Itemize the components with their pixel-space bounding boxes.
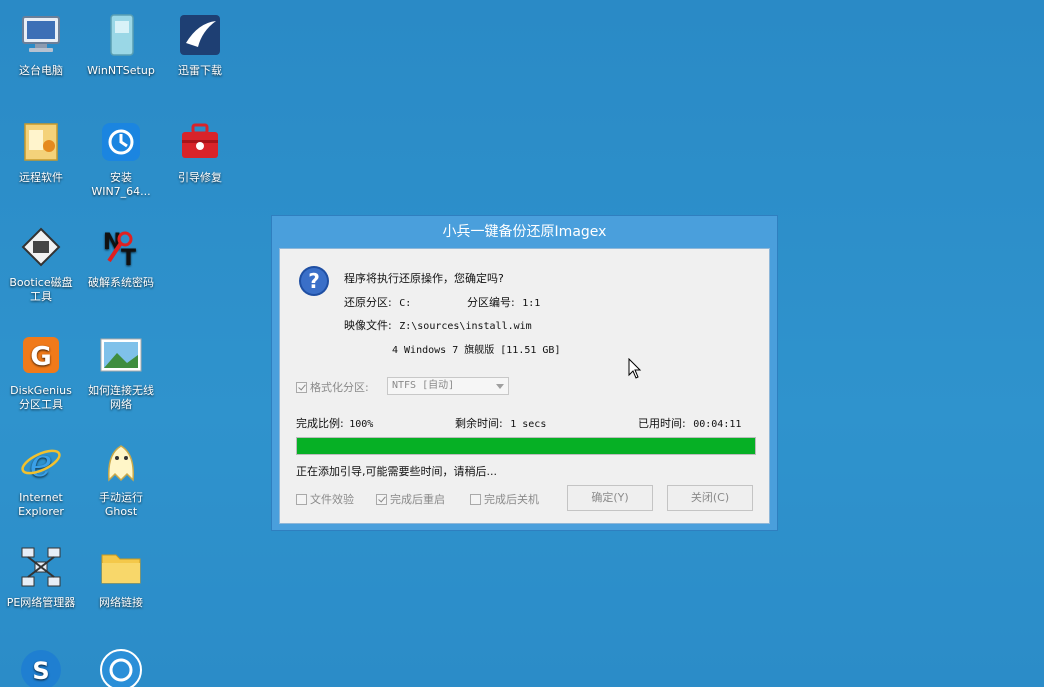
desktop-icon-internet-explorer[interactable]: e Internet Explorer	[0, 437, 82, 519]
ie-icon: e	[16, 437, 66, 487]
disk-tool-icon	[16, 222, 66, 272]
computer-icon	[16, 10, 66, 60]
image-file-value: Z:\sources\install.wim	[399, 321, 532, 332]
nt-key-icon: N T	[96, 222, 146, 272]
question-icon: ?	[299, 266, 329, 296]
progress-fill	[297, 438, 755, 454]
elapsed-label: 已用时间:	[638, 417, 686, 430]
confirm-question: 程序将执行还原操作，您确定吗?	[344, 272, 504, 285]
format-partition-checkbox[interactable]: 格式化分区:	[296, 379, 369, 395]
dialog-client-area: ? 程序将执行还原操作，您确定吗? 还原分区: C: 分区编号: 1:1 映像文…	[279, 248, 770, 524]
desktop-icon-label: 迅雷下载	[178, 64, 222, 77]
format-partition-label: 格式化分区:	[310, 381, 369, 394]
desktop-icon-label: 安装 WIN7_64...	[91, 171, 151, 198]
file-verify-check-icon	[296, 494, 307, 505]
shutdown-after-label: 完成后关机	[484, 493, 539, 506]
thunder-icon	[175, 10, 225, 60]
elapsed-row: 已用时间: 00:04:11	[638, 415, 741, 431]
image-edition: 4 Windows 7 旗舰版 [11.51 GB]	[392, 345, 561, 356]
status-text: 正在添加引导,可能需要些时间，请稍后...	[296, 465, 497, 478]
desktop-icon-label: Bootice磁盘 工具	[9, 276, 73, 303]
completion-row: 完成比例: 100%	[296, 415, 373, 431]
desktop-icon-label: 这台电脑	[19, 64, 63, 77]
restore-dialog: 小兵一键备份还原Imagex ? 程序将执行还原操作，您确定吗? 还原分区: C…	[271, 215, 778, 531]
partition-number-row: 分区编号: 1:1	[467, 294, 540, 310]
desktop-icon-s-app[interactable]: S	[0, 645, 82, 687]
restore-partition-label: 还原分区:	[344, 296, 392, 309]
install-icon	[96, 117, 146, 167]
diskgenius-icon: G	[16, 330, 66, 380]
completion-label: 完成比例:	[296, 417, 344, 430]
elapsed-value: 00:04:11	[693, 419, 742, 430]
shutdown-after-checkbox[interactable]: 完成后关机	[470, 491, 539, 507]
desktop-icon-boot-repair[interactable]: 引导修复	[159, 117, 241, 185]
svg-text:?: ?	[308, 269, 320, 293]
reboot-after-check-icon	[376, 494, 387, 505]
desktop-icon-wireless-help[interactable]: 如何连接无线 网络	[80, 330, 162, 412]
desktop-icon-diskgenius[interactable]: G DiskGenius 分区工具	[0, 330, 82, 412]
completion-value: 100%	[349, 419, 374, 430]
network-icon	[16, 542, 66, 592]
restore-partition-value: C:	[399, 298, 412, 309]
desktop-icon-pe-network-manager[interactable]: PE网络管理器	[0, 542, 82, 610]
file-verify-label: 文件效验	[310, 493, 354, 506]
svg-text:S: S	[32, 657, 49, 685]
desktop-icon-install-win7[interactable]: 安装 WIN7_64...	[80, 117, 162, 199]
desktop-icon-bootice[interactable]: Bootice磁盘 工具	[0, 222, 82, 304]
desktop-icon-network-links[interactable]: 网络链接	[80, 542, 162, 610]
reboot-after-checkbox[interactable]: 完成后重启	[376, 491, 445, 507]
s-app-icon: S	[16, 645, 66, 687]
file-verify-checkbox[interactable]: 文件效验	[296, 491, 354, 507]
image-file-row: 映像文件: Z:\sources\install.wim	[344, 317, 532, 333]
filesystem-value: NTFS [自动]	[392, 380, 455, 391]
landscape-image-icon	[96, 330, 146, 380]
desktop-icon-crack-password[interactable]: N T 破解系统密码	[80, 222, 162, 290]
desktop-icon-label: WinNTSetup	[87, 64, 155, 77]
desktop-icon-disc-app[interactable]	[80, 645, 162, 687]
partition-number-label: 分区编号:	[467, 296, 515, 309]
reboot-after-label: 完成后重启	[390, 493, 445, 506]
progress-bar	[296, 437, 756, 455]
restore-partition-row: 还原分区: C:	[344, 294, 411, 310]
mouse-cursor-icon	[628, 358, 642, 379]
format-partition-check-icon	[296, 382, 307, 393]
svg-text:G: G	[30, 342, 51, 372]
close-button[interactable]: 关闭(C)	[667, 485, 753, 511]
desktop-icon-label: 手动运行 Ghost	[99, 491, 143, 518]
remaining-row: 剩余时间: 1 secs	[455, 415, 546, 431]
desktop-icon-label: 引导修复	[178, 171, 222, 184]
remaining-label: 剩余时间:	[455, 417, 503, 430]
chevron-down-icon	[496, 384, 504, 389]
svg-text:e: e	[30, 441, 53, 484]
svg-text:T: T	[121, 246, 136, 269]
desktop-icon-label: 如何连接无线 网络	[88, 384, 154, 411]
desktop-icon-label: 远程软件	[19, 171, 63, 184]
desktop-icon-winntsetup[interactable]: WinNTSetup	[80, 10, 162, 78]
desktop-icon-thunder-download[interactable]: 迅雷下载	[159, 10, 241, 78]
desktop-icon-label: PE网络管理器	[6, 596, 76, 609]
desktop-icon-label: 破解系统密码	[88, 276, 154, 289]
toolbox-icon	[175, 117, 225, 167]
dialog-title: 小兵一键备份还原Imagex	[442, 224, 607, 240]
shutdown-after-check-icon	[470, 494, 481, 505]
desktop-icon-remote-software[interactable]: 远程软件	[0, 117, 82, 185]
remote-folder-icon	[16, 117, 66, 167]
image-file-label: 映像文件:	[344, 319, 392, 332]
remaining-value: 1 secs	[510, 419, 547, 430]
desktop: { "desktop": { "icons": [ {"label": "这台电…	[0, 0, 1044, 687]
winntsetup-icon	[96, 10, 146, 60]
disc-app-icon	[96, 645, 146, 687]
filesystem-select[interactable]: NTFS [自动]	[387, 377, 509, 395]
ok-button[interactable]: 确定(Y)	[567, 485, 653, 511]
desktop-icon-label: 网络链接	[99, 596, 143, 609]
desktop-icon-label: Internet Explorer	[18, 491, 64, 518]
partition-number-value: 1:1	[522, 298, 541, 309]
ghost-icon	[96, 437, 146, 487]
desktop-icon-this-pc[interactable]: 这台电脑	[0, 10, 82, 78]
desktop-icon-label: DiskGenius 分区工具	[10, 384, 72, 411]
folder-icon	[96, 542, 146, 592]
desktop-icon-manual-ghost[interactable]: 手动运行 Ghost	[80, 437, 162, 519]
